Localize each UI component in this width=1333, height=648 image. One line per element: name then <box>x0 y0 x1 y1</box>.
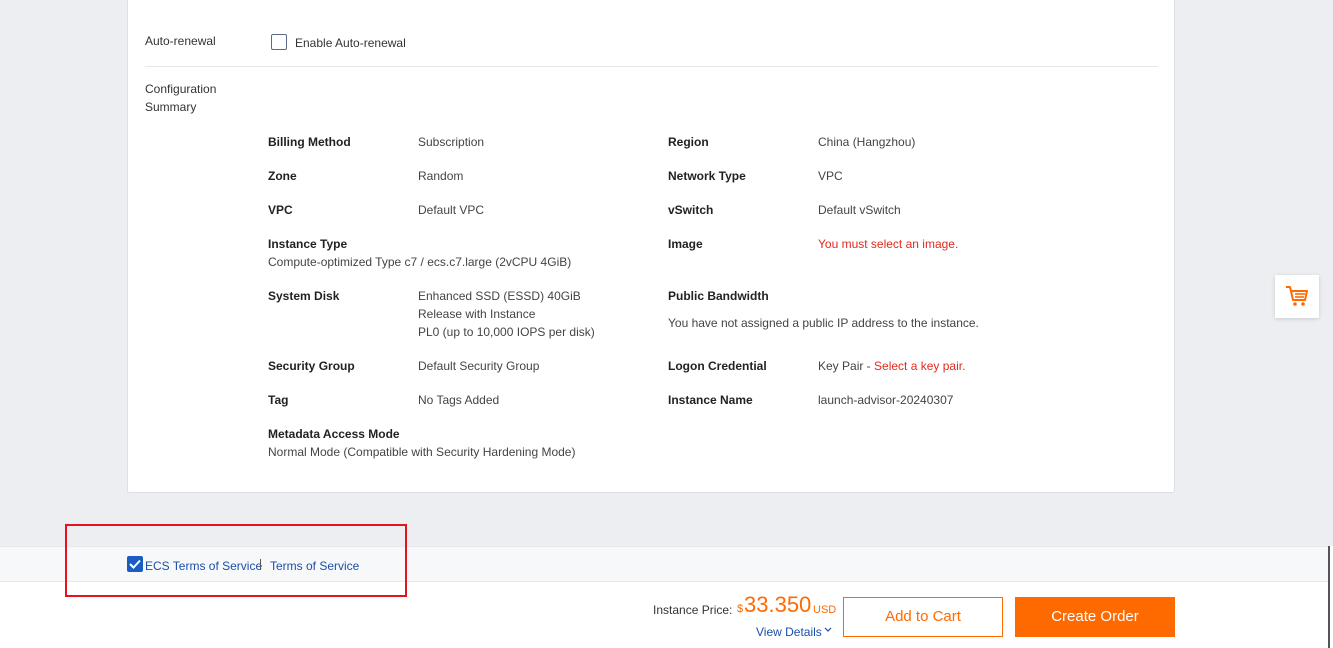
price-currency-symbol: $ <box>737 603 744 615</box>
zone-key: Zone <box>268 169 297 183</box>
logon-credential-key: Logon Credential <box>668 359 767 373</box>
ecs-terms-of-service-link[interactable]: ECS Terms of Service <box>145 558 262 574</box>
system-disk-line2: Release with Instance <box>418 307 536 321</box>
metadata-access-mode-value: Normal Mode (Compatible with Security Ha… <box>268 445 576 459</box>
price-amount: 33.350 <box>744 592 812 617</box>
metadata-access-mode-key: Metadata Access Mode <box>268 427 400 441</box>
public-bandwidth-key: Public Bandwidth <box>668 289 769 303</box>
public-bandwidth-value: You have not assigned a public IP addres… <box>668 316 979 330</box>
view-details-link[interactable]: View Details <box>756 624 832 640</box>
vswitch-value: Default vSwitch <box>818 203 901 217</box>
section-divider <box>145 66 1158 67</box>
instance-name-value: launch-advisor-20240307 <box>818 393 954 407</box>
image-key: Image <box>668 237 703 251</box>
tag-key: Tag <box>268 393 289 407</box>
checkmark-icon <box>129 559 141 569</box>
terms-of-service-link[interactable]: Terms of Service <box>270 558 359 574</box>
vpc-value: Default VPC <box>418 203 485 217</box>
system-disk-line1: Enhanced SSD (ESSD) 40GiB <box>418 289 581 303</box>
instance-price-label: Instance Price: <box>653 603 733 617</box>
logon-credential-prefix: Key Pair - <box>818 359 875 373</box>
terms-separator <box>260 559 261 570</box>
instance-name-key: Instance Name <box>668 393 753 407</box>
logon-credential-value: Key Pair - Select a key pair. <box>818 357 965 375</box>
security-group-key: Security Group <box>268 359 355 373</box>
system-disk-key: System Disk <box>268 289 340 303</box>
add-to-cart-button[interactable]: Add to Cart <box>843 597 1003 637</box>
shopping-cart-icon <box>1286 286 1308 306</box>
vswitch-key: vSwitch <box>668 203 714 217</box>
region-key: Region <box>668 135 709 149</box>
image-error-message: You must select an image. <box>818 237 959 251</box>
network-type-value: VPC <box>818 169 843 183</box>
auto-renewal-checkbox-label[interactable]: Enable Auto-renewal <box>295 35 406 51</box>
zone-value: Random <box>418 169 464 183</box>
region-value: China (Hangzhou) <box>818 135 916 149</box>
price-unit: USD <box>813 604 837 616</box>
floating-cart-button[interactable] <box>1275 275 1319 318</box>
system-disk-line3: PL0 (up to 10,000 IOPS per disk) <box>418 325 595 339</box>
instance-type-value: Compute-optimized Type c7 / ecs.c7.large… <box>268 255 572 269</box>
chevron-down-icon <box>824 627 832 632</box>
logon-credential-error: Select a key pair. <box>874 359 966 373</box>
scrollbar-edge <box>1328 546 1333 648</box>
auto-renewal-label: Auto-renewal <box>145 34 216 48</box>
network-type-key: Network Type <box>668 169 746 183</box>
instance-type-key: Instance Type <box>268 237 348 251</box>
configuration-card: Auto-renewal Enable Auto-renewal Configu… <box>127 0 1175 493</box>
billing-method-key: Billing Method <box>268 135 351 149</box>
view-details-label: View Details <box>756 625 822 639</box>
tag-value: No Tags Added <box>418 393 500 407</box>
billing-method-value: Subscription <box>418 135 485 149</box>
security-group-value: Default Security Group <box>418 359 540 373</box>
vpc-key: VPC <box>268 203 293 217</box>
create-order-button[interactable]: Create Order <box>1015 597 1175 637</box>
configuration-summary-label: Configuration Summary <box>145 82 217 114</box>
auto-renewal-checkbox[interactable] <box>271 34 287 50</box>
terms-checkbox[interactable] <box>127 556 143 572</box>
